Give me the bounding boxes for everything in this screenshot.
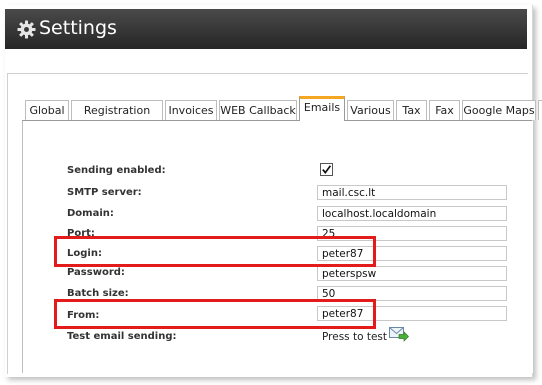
tab-registration[interactable]: Registration <box>71 100 163 120</box>
domain-input[interactable] <box>317 206 507 221</box>
from-highlight-box <box>54 299 376 329</box>
tab-fax[interactable]: Fax <box>429 100 460 120</box>
settings-tabs: Global Registration Invoices WEB Callbac… <box>22 96 542 121</box>
smtp-server-input[interactable] <box>317 185 507 200</box>
tab-google-maps[interactable]: Google Maps <box>462 100 536 120</box>
batch-size-label: Batch size: <box>67 288 129 299</box>
tab-invoices[interactable]: Invoices <box>165 100 217 120</box>
login-highlight-box <box>54 236 376 267</box>
tab-global[interactable]: Global <box>25 100 69 120</box>
tab-e[interactable]: E <box>538 100 542 120</box>
password-input[interactable] <box>317 266 507 281</box>
page-title: Settings <box>39 17 117 39</box>
gear-icon <box>17 20 36 39</box>
send-mail-icon[interactable] <box>389 326 409 342</box>
tab-various[interactable]: Various <box>347 100 394 120</box>
smtp-server-label: SMTP server: <box>67 187 142 198</box>
tab-web-callback[interactable]: WEB Callback <box>219 100 297 120</box>
sending-enabled-label: Sending enabled: <box>67 165 166 176</box>
tab-tax[interactable]: Tax <box>396 100 427 120</box>
tab-emails[interactable]: Emails <box>299 96 345 121</box>
press-to-test-link[interactable]: Press to test <box>322 331 387 343</box>
test-email-label: Test email sending: <box>67 331 177 342</box>
password-label: Password: <box>67 267 125 278</box>
settings-header: Settings <box>5 9 527 49</box>
sending-enabled-checkbox[interactable] <box>320 163 333 176</box>
domain-label: Domain: <box>67 208 114 219</box>
